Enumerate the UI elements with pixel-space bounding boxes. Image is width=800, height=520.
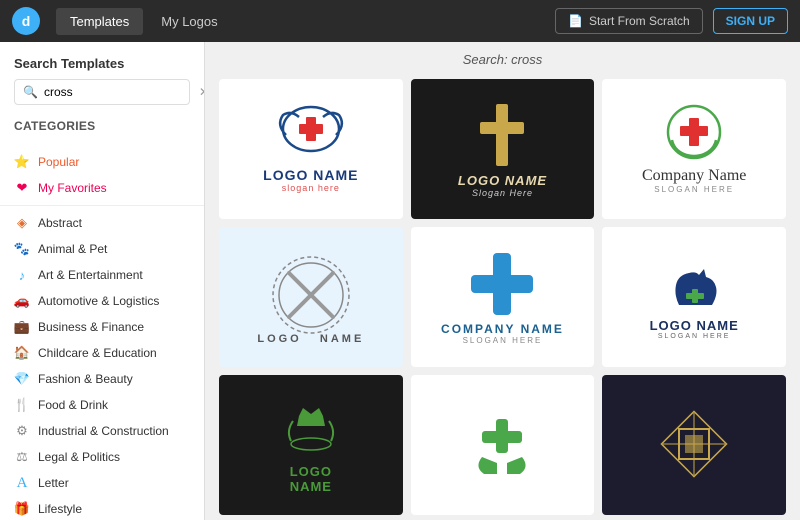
logo-svg-7 [271, 396, 351, 461]
logo-card-5[interactable]: COMPANY NAME SLOGAN HERE [411, 227, 595, 367]
logo-svg-5 [467, 249, 537, 319]
main-layout: Search Templates 🔍 ✕ Categories ⭐ Popula… [0, 42, 800, 520]
animal-icon: 🐾 [14, 241, 30, 257]
categories-title: Categories [14, 119, 190, 133]
logo-svg-2 [472, 100, 532, 170]
sidebar-item-fashion[interactable]: 💎 Fashion & Beauty [0, 366, 204, 392]
categories-section: Categories [0, 119, 204, 149]
fashion-icon: 💎 [14, 371, 30, 387]
sidebar-item-abstract[interactable]: ◈ Abstract [0, 210, 204, 236]
document-icon: 📄 [568, 14, 583, 28]
sidebar-item-animal[interactable]: 🐾 Animal & Pet [0, 236, 204, 262]
logo-card-2[interactable]: LOGO NAME Slogan Here [411, 79, 595, 219]
search-icon: 🔍 [23, 85, 38, 99]
app-logo[interactable]: d [12, 7, 40, 35]
sidebar-item-favorites[interactable]: ❤ My Favorites [0, 175, 204, 201]
card3-logo-name: Company Name [642, 167, 746, 185]
sidebar-item-automotive[interactable]: 🚗 Automotive & Logistics [0, 288, 204, 314]
sidebar-item-letter[interactable]: A Letter [0, 470, 204, 496]
logo-card-6[interactable]: LOGO NAME SLOGAN HERE [602, 227, 786, 367]
card3-logo-slogan: SLOGAN HERE [642, 185, 746, 194]
food-icon: 🍴 [14, 397, 30, 413]
sidebar-item-business[interactable]: 💼 Business & Finance [0, 314, 204, 340]
card4-logo-name: LOGO NAME [257, 333, 364, 345]
sidebar-item-industrial[interactable]: ⚙ Industrial & Construction [0, 418, 204, 444]
sidebar-item-popular[interactable]: ⭐ Popular [0, 149, 204, 175]
logo-svg-8 [462, 409, 542, 479]
legal-icon: ⚖ [14, 449, 30, 465]
nav-tabs: Templates My Logos [56, 8, 232, 35]
signup-button[interactable]: SIGN UP [713, 8, 788, 34]
sidebar-item-childcare[interactable]: 🏠 Childcare & Education [0, 340, 204, 366]
sidebar-item-food[interactable]: 🍴 Food & Drink [0, 392, 204, 418]
start-scratch-button[interactable]: 📄 Start From Scratch [555, 8, 703, 34]
art-icon: ♪ [14, 267, 30, 283]
letter-icon: A [14, 475, 30, 491]
search-title: Search Templates [14, 56, 190, 71]
sidebar: Search Templates 🔍 ✕ Categories ⭐ Popula… [0, 42, 205, 520]
search-box: 🔍 ✕ [14, 79, 190, 105]
card5-logo-name: COMPANY NAME [441, 322, 564, 336]
content-area: Search: cross LOGO NAME slogan h [205, 42, 800, 520]
card6-logo-slogan: SLOGAN HERE [650, 333, 739, 340]
industrial-icon: ⚙ [14, 423, 30, 439]
childcare-icon: 🏠 [14, 345, 30, 361]
search-section: Search Templates 🔍 ✕ [0, 42, 204, 119]
card2-logo-name: LOGO NAME [458, 173, 547, 188]
logo-svg-9 [649, 399, 739, 489]
abstract-icon: ◈ [14, 215, 30, 231]
card6-logo-name: LOGO NAME [650, 318, 739, 333]
nav-tab-mylogos[interactable]: My Logos [147, 8, 231, 35]
business-icon: 💼 [14, 319, 30, 335]
automotive-icon: 🚗 [14, 293, 30, 309]
nav-right: 📄 Start From Scratch SIGN UP [555, 8, 788, 34]
card1-logo-slogan: slogan here [263, 183, 358, 193]
logo-card-7[interactable]: LOGO NAME [219, 375, 403, 515]
logo-card-9[interactable] [602, 375, 786, 515]
logo-svg-4 [261, 250, 361, 340]
sidebar-item-legal[interactable]: ⚖ Legal & Politics [0, 444, 204, 470]
sidebar-item-art[interactable]: ♪ Art & Entertainment [0, 262, 204, 288]
logo-svg-6 [654, 255, 734, 315]
logo-card-3[interactable]: Company Name SLOGAN HERE [602, 79, 786, 219]
nav-tab-templates[interactable]: Templates [56, 8, 143, 35]
logo-grid: LOGO NAME slogan here LOGO NAME Slogan H… [219, 79, 786, 515]
logo-card-1[interactable]: LOGO NAME slogan here [219, 79, 403, 219]
logo-svg-1 [271, 105, 351, 165]
card1-logo-name: LOGO NAME [263, 168, 358, 183]
card7-logo-name2: NAME [271, 479, 351, 494]
logo-card-8[interactable] [411, 375, 595, 515]
sidebar-item-lifestyle[interactable]: 🎁 Lifestyle [0, 496, 204, 520]
card5-logo-slogan: SLOGAN HERE [441, 336, 564, 345]
card7-logo-name: LOGO [271, 464, 351, 479]
logo-svg-3 [654, 104, 734, 164]
search-label: Search: cross [219, 52, 786, 67]
navbar: d Templates My Logos 📄 Start From Scratc… [0, 0, 800, 42]
search-input[interactable] [44, 85, 199, 99]
heart-icon: ❤ [14, 180, 30, 196]
logo-card-4[interactable]: LOGO NAME [219, 227, 403, 367]
lifestyle-icon: 🎁 [14, 501, 30, 517]
popular-icon: ⭐ [14, 154, 30, 170]
card2-logo-slogan: Slogan Here [458, 188, 547, 198]
